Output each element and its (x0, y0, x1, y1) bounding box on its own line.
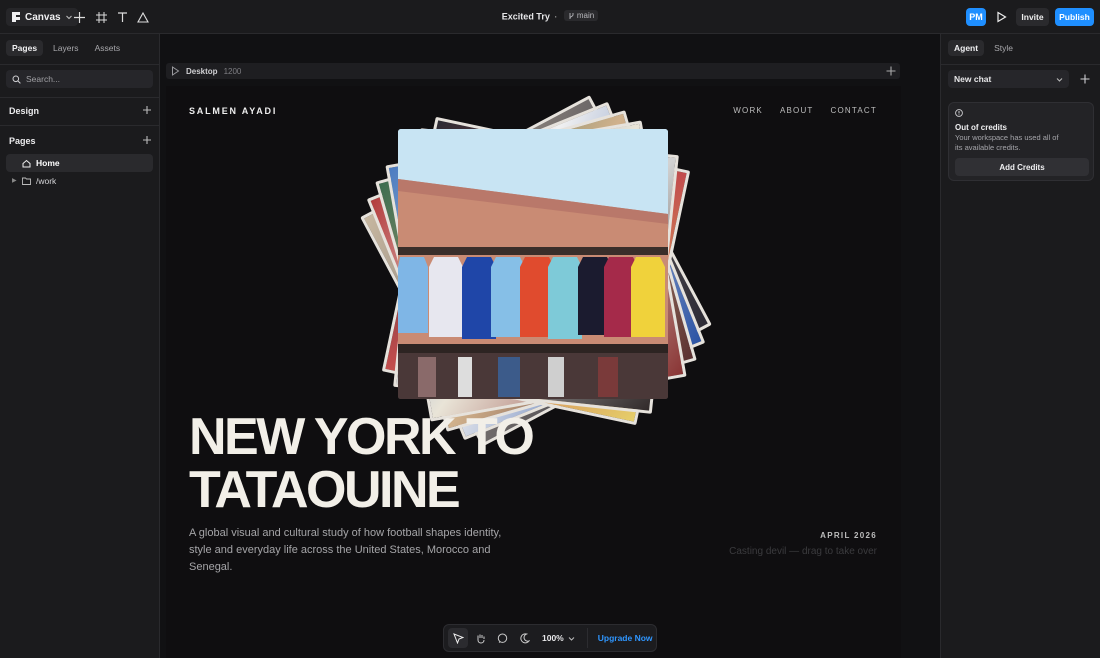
photo-stack[interactable] (356, 91, 716, 451)
canvas-toolbar: 100% Upgrade Now (443, 624, 657, 652)
new-chat-button[interactable] (1077, 71, 1093, 87)
chevron-down-icon (1056, 77, 1063, 82)
publish-button[interactable]: Publish (1055, 8, 1094, 26)
jerseys-image (398, 129, 668, 399)
zoom-level: 100% (542, 633, 564, 643)
folder-icon (22, 177, 31, 185)
right-panel: Agent Style New chat Out of credits Your… (940, 34, 1100, 658)
tab-layers[interactable]: Layers (47, 40, 85, 56)
add-design-button[interactable] (142, 105, 152, 115)
tab-pages[interactable]: Pages (6, 40, 44, 56)
page-item-work[interactable]: ▶ /work (6, 172, 153, 190)
upgrade-now-button[interactable]: Upgrade Now (586, 628, 653, 648)
add-credits-button[interactable]: Add Credits (955, 158, 1089, 176)
site-nav: WORK ABOUT CONTACT (733, 106, 877, 115)
search-input[interactable] (26, 74, 146, 84)
hero-photo[interactable] (398, 129, 668, 399)
site-logo[interactable]: SALMEN AYADI (189, 106, 277, 116)
left-panel: Pages Layers Assets Design Pages Home ▶ … (0, 34, 160, 658)
divider (0, 64, 159, 65)
credits-title: Out of credits (955, 123, 1008, 132)
hero-description[interactable]: A global visual and cultural study of ho… (189, 525, 519, 576)
frame-width: 1200 (223, 66, 242, 76)
search-icon (12, 75, 21, 84)
avatar[interactable]: PM (966, 8, 986, 26)
tab-style[interactable]: Style (988, 40, 1019, 56)
drag-hint: Casting devil — drag to take over (729, 546, 877, 557)
design-section-title: Design (9, 106, 40, 116)
tab-agent[interactable]: Agent (948, 40, 985, 56)
page-label: Home (36, 158, 60, 168)
title-separator: · (554, 11, 558, 22)
branch-label: main (576, 11, 595, 20)
canvas-area[interactable]: Desktop 1200 SALMEN AYADI WORK ABOUT CON… (160, 34, 940, 658)
play-icon[interactable] (171, 66, 180, 76)
info-icon (955, 109, 963, 117)
jersey-row (398, 257, 665, 339)
pages-section-title: Pages (9, 136, 36, 146)
hero-title-line: TATAOUINE (189, 461, 461, 519)
divider (0, 125, 159, 126)
project-title-area[interactable]: Excited Try · main (0, 10, 1100, 22)
zoom-control[interactable]: 100% (542, 633, 575, 643)
preview-play-button[interactable] (992, 8, 1010, 26)
cursor-tool[interactable] (448, 628, 468, 648)
moon-icon (519, 632, 530, 643)
page-item-home[interactable]: Home (6, 154, 153, 172)
left-panel-tabs: Pages Layers Assets (6, 40, 126, 56)
cursor-icon (452, 632, 464, 644)
branch-badge[interactable]: main (563, 10, 599, 21)
credits-description: Your workspace has used all of its avail… (955, 133, 1059, 152)
play-icon (996, 11, 1007, 23)
chevron-down-icon (568, 636, 575, 641)
tab-assets[interactable]: Assets (89, 40, 127, 56)
chat-select[interactable]: New chat (948, 70, 1069, 88)
nav-link-contact[interactable]: CONTACT (831, 106, 877, 115)
divider (941, 64, 1100, 65)
divider (0, 97, 159, 98)
nav-link-about[interactable]: ABOUT (780, 106, 814, 115)
credits-card: Out of credits Your workspace has used a… (948, 102, 1094, 181)
hand-tool[interactable] (470, 628, 490, 648)
top-bar: Canvas Excited Try · main PM Invite Publ… (0, 0, 1100, 34)
plus-icon (143, 136, 151, 144)
project-title: Excited Try (501, 11, 550, 22)
frame-name: Desktop (186, 66, 218, 76)
page-label: /work (36, 176, 57, 186)
frame-header[interactable]: Desktop 1200 (166, 63, 900, 79)
right-panel-tabs: Agent Style (948, 40, 1019, 56)
chat-select-value: New chat (954, 74, 992, 84)
desktop-frame[interactable]: SALMEN AYADI WORK ABOUT CONTACT NEW YORK… (166, 86, 901, 658)
nav-link-work[interactable]: WORK (733, 106, 763, 115)
add-page-button[interactable] (142, 135, 152, 145)
hand-icon (477, 634, 484, 644)
search-field[interactable] (6, 70, 153, 88)
comment-icon (497, 633, 507, 643)
home-icon (22, 159, 31, 167)
publish-date[interactable]: APRIL 2026 (820, 531, 877, 540)
plus-icon (143, 106, 151, 114)
chevron-right-icon[interactable]: ▶ (12, 177, 17, 184)
comment-tool[interactable] (492, 628, 512, 648)
plus-icon (1080, 74, 1090, 84)
branch-icon (569, 12, 574, 19)
hero-title-line: NEW YORK TO (189, 408, 535, 466)
dark-mode-toggle[interactable] (514, 628, 534, 648)
invite-button[interactable]: Invite (1016, 8, 1049, 26)
hero-title[interactable]: NEW YORK TO TATAOUINE (189, 408, 535, 519)
plus-icon[interactable] (886, 66, 896, 76)
